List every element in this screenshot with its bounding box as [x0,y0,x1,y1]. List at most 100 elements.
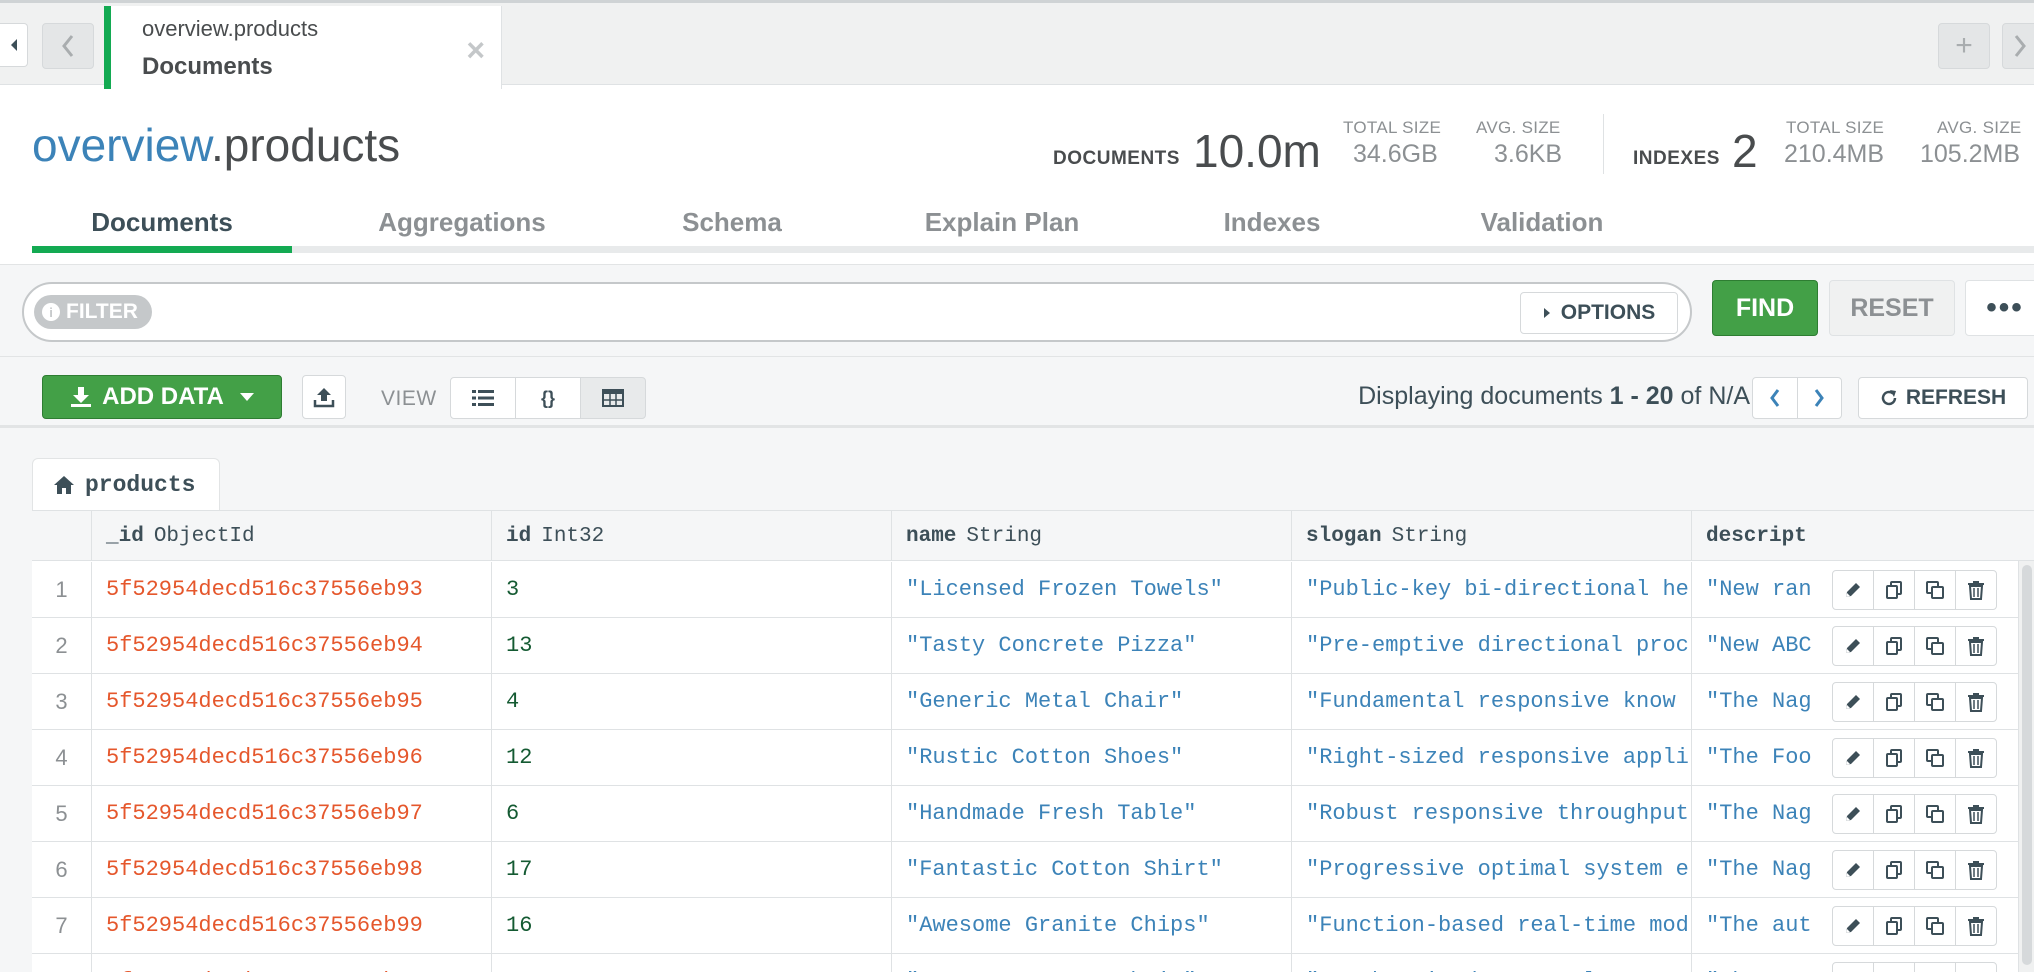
clone-document-button[interactable] [1914,906,1956,946]
close-tab-icon[interactable]: × [466,34,485,66]
edit-document-button[interactable] [1832,962,1874,972]
copy-document-button[interactable] [1873,738,1915,778]
clone-document-button[interactable] [1914,850,1956,890]
table-view-button[interactable] [580,377,646,419]
next-page-button[interactable] [1796,377,1842,419]
clone-document-button[interactable] [1914,962,1956,972]
cell-objectid[interactable]: 5f52954decd516c37556eb96 [92,730,492,785]
edit-document-button[interactable] [1832,570,1874,610]
tab-aggregations[interactable]: Aggregations [332,196,592,248]
cell-objectid[interactable]: 5f52954decd516c37556eb98 [92,842,492,897]
clone-document-button[interactable] [1914,738,1956,778]
more-options-button[interactable]: ••• [1965,280,2034,336]
copy-document-button[interactable] [1873,682,1915,722]
cell-name[interactable]: "Fantastic Cotton Shirt" [892,842,1292,897]
cell-name[interactable]: "Handmade Fresh Table" [892,786,1292,841]
clone-document-button[interactable] [1914,570,1956,610]
delete-document-button[interactable] [1955,682,1997,722]
delete-document-button[interactable] [1955,906,1997,946]
cell-slogan[interactable]: "Pre-emptive directional proc [1292,618,1692,673]
cell-id[interactable]: 16 [492,898,892,953]
cell-objectid[interactable]: 5f52954decd516c37556eb95 [92,674,492,729]
previous-page-button[interactable] [1752,377,1798,419]
refresh-button[interactable]: REFRESH [1858,377,2028,419]
scrollbar-thumb[interactable] [2022,565,2032,965]
cell-slogan[interactable]: "Function-based real-time mod [1292,898,1692,953]
filter-input[interactable]: i FILTER OPTIONS [22,282,1692,342]
cell-id[interactable]: 1 [492,954,892,972]
copy-document-button[interactable] [1873,850,1915,890]
cell-id[interactable]: 12 [492,730,892,785]
edit-document-button[interactable] [1832,850,1874,890]
cell-slogan[interactable]: "Progressive optimal system e [1292,842,1692,897]
edit-document-button[interactable] [1832,794,1874,834]
list-view-button[interactable] [450,377,516,419]
column-header-id[interactable]: id Int32 [492,511,892,561]
edit-document-button[interactable] [1832,626,1874,666]
clone-document-button[interactable] [1914,682,1956,722]
cell-slogan[interactable]: "Fundamental responsive know [1292,674,1692,729]
table-row[interactable]: 4 5f52954decd516c37556eb96 12 "Rustic Cotto… [32,730,2034,786]
cell-objectid[interactable]: 5f52954decd516c37556eb99 [92,898,492,953]
tab-explain-plan[interactable]: Explain Plan [872,196,1132,248]
cell-name[interactable]: "Generic Metal Chair" [892,674,1292,729]
copy-document-button[interactable] [1873,906,1915,946]
column-header-_id[interactable]: _id ObjectId [92,511,492,561]
edit-document-button[interactable] [1832,738,1874,778]
add-tab-button[interactable]: + [1938,23,1990,69]
copy-document-button[interactable] [1873,626,1915,666]
table-row[interactable]: 85f52954decd516c37556eb9a1"Awesome Cotto… [32,954,2034,972]
cell-objectid[interactable]: 5f52954decd516c37556eb97 [92,786,492,841]
delete-document-button[interactable] [1955,626,1997,666]
cell-name[interactable]: "Awesome Granite Chips" [892,898,1292,953]
cell-name[interactable]: "Licensed Frozen Towels" [892,562,1292,617]
options-button[interactable]: OPTIONS [1520,292,1678,334]
column-header-name[interactable]: name String [892,511,1292,561]
cell-slogan[interactable]: "Public-key bi-directional he [1292,562,1692,617]
workspace-tab[interactable]: overview.products Documents × [104,6,502,89]
add-data-button[interactable]: ADD DATA [42,375,282,419]
cell-slogan[interactable]: "Right-sized responsive appli [1292,730,1692,785]
cell-name[interactable]: "Rustic Cotton Shoes" [892,730,1292,785]
delete-document-button[interactable] [1955,962,1997,972]
reset-button[interactable]: RESET [1829,280,1955,336]
cell-id[interactable]: 13 [492,618,892,673]
cell-slogan[interactable]: "Robust responsive throughput [1292,786,1692,841]
table-row[interactable]: 2 5f52954decd516c37556eb94 13 "Tasty Concre… [32,618,2034,674]
table-row[interactable]: 3 5f52954decd516c37556eb95 4 "Generic Metal… [32,674,2034,730]
tab-schema[interactable]: Schema [602,196,862,248]
copy-document-button[interactable] [1873,962,1915,972]
column-header-slogan[interactable]: slogan String [1292,511,1692,561]
edit-document-button[interactable] [1832,906,1874,946]
column-header-description[interactable]: descript [1692,511,2034,561]
clone-document-button[interactable] [1914,794,1956,834]
edit-document-button[interactable] [1832,682,1874,722]
cell-id[interactable]: 4 [492,674,892,729]
find-button[interactable]: FIND [1712,280,1818,336]
next-tab-button[interactable] [2002,23,2034,69]
table-row[interactable]: 7 5f52954decd516c37556eb99 16 "Awesome Gran… [32,898,2034,954]
delete-document-button[interactable] [1955,850,1997,890]
delete-document-button[interactable] [1955,738,1997,778]
table-row[interactable]: 1 5f52954decd516c37556eb93 3 "Licensed Froz… [32,562,2034,618]
cell-id[interactable]: 3 [492,562,892,617]
delete-document-button[interactable] [1955,570,1997,610]
json-view-button[interactable]: {} [515,377,581,419]
collection-breadcrumb[interactable]: products [32,458,220,510]
tab-indexes[interactable]: Indexes [1142,196,1402,248]
cell-objectid[interactable]: 5f52954decd516c37556eb94 [92,618,492,673]
tab-validation[interactable]: Validation [1412,196,1672,248]
export-collection-button[interactable] [302,375,346,419]
collapse-sidebar-button[interactable] [0,23,28,67]
table-row[interactable]: 5 5f52954decd516c37556eb97 6 "Handmade Fres… [32,786,2034,842]
cell-id[interactable]: 6 [492,786,892,841]
copy-document-button[interactable] [1873,570,1915,610]
info-icon[interactable]: i [42,303,60,321]
cell-id[interactable]: 17 [492,842,892,897]
tab-documents[interactable]: Documents [32,196,292,248]
clone-document-button[interactable] [1914,626,1956,666]
cell-name[interactable]: "Awesome Cotton Chair" [892,954,1292,972]
cell-objectid[interactable]: 5f52954decd516c37556eb93 [92,562,492,617]
previous-tab-button[interactable] [42,23,94,69]
delete-document-button[interactable] [1955,794,1997,834]
